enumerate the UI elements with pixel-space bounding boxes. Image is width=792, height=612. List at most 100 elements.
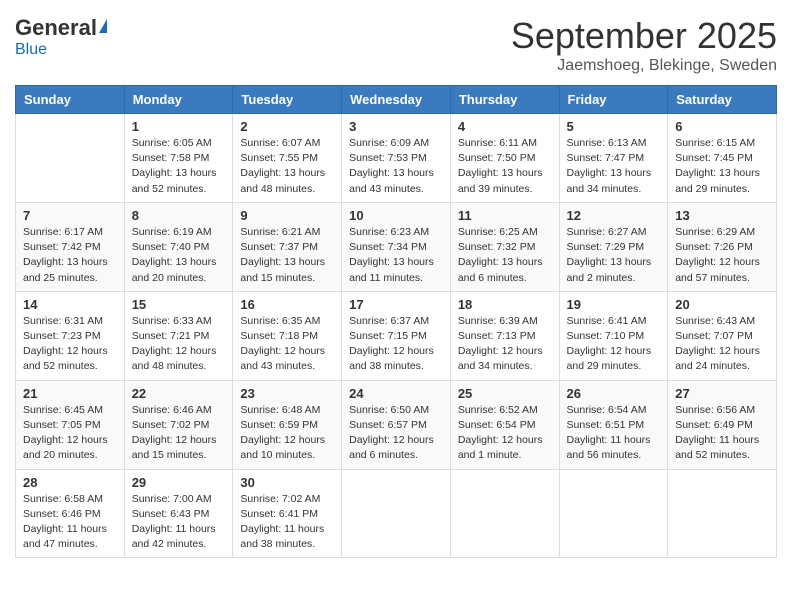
day-info: Sunrise: 6:35 AM Sunset: 7:18 PM Dayligh… <box>240 314 334 375</box>
day-number: 1 <box>132 119 226 134</box>
day-number: 12 <box>567 208 661 223</box>
day-info: Sunrise: 6:15 AM Sunset: 7:45 PM Dayligh… <box>675 136 769 197</box>
week-row-5: 28 Sunrise: 6:58 AM Sunset: 6:46 PM Dayli… <box>16 469 777 558</box>
weekday-header-tuesday: Tuesday <box>233 86 342 114</box>
weekday-header-saturday: Saturday <box>668 86 777 114</box>
day-number: 15 <box>132 297 226 312</box>
day-cell: 2 Sunrise: 6:07 AM Sunset: 7:55 PM Daylig… <box>233 114 342 203</box>
weekday-header-wednesday: Wednesday <box>342 86 451 114</box>
day-number: 29 <box>132 475 226 490</box>
day-cell: 6Sunrise: 6:15 AM Sunset: 7:45 PM Daylig… <box>668 114 777 203</box>
day-info: Sunrise: 6:29 AM Sunset: 7:26 PM Dayligh… <box>675 225 769 286</box>
day-number: 9 <box>240 208 334 223</box>
day-info: Sunrise: 6:45 AM Sunset: 7:05 PM Dayligh… <box>23 403 117 464</box>
location-text: Jaemshoeg, Blekinge, Sweden <box>511 57 777 75</box>
day-number: 26 <box>567 386 661 401</box>
day-cell: 4 Sunrise: 6:11 AM Sunset: 7:50 PM Daylig… <box>450 114 559 203</box>
day-info: Sunrise: 6:21 AM Sunset: 7:37 PM Dayligh… <box>240 225 334 286</box>
day-info: Sunrise: 6:23 AM Sunset: 7:34 PM Dayligh… <box>349 225 443 286</box>
day-number: 5 <box>567 119 661 134</box>
day-info: Sunrise: 6:48 AM Sunset: 6:59 PM Dayligh… <box>240 403 334 464</box>
day-info: Sunrise: 6:31 AM Sunset: 7:23 PM Dayligh… <box>23 314 117 375</box>
day-cell: 12 Sunrise: 6:27 AM Sunset: 7:29 PM Dayli… <box>559 202 668 291</box>
day-number: 27 <box>675 386 769 401</box>
week-row-4: 21 Sunrise: 6:45 AM Sunset: 7:05 PM Dayli… <box>16 380 777 469</box>
day-info: Sunrise: 6:07 AM Sunset: 7:55 PM Dayligh… <box>240 136 334 197</box>
day-info: Sunrise: 6:13 AM Sunset: 7:47 PM Dayligh… <box>567 136 661 197</box>
day-number: 3 <box>349 119 443 134</box>
day-cell: 8 Sunrise: 6:19 AM Sunset: 7:40 PM Daylig… <box>124 202 233 291</box>
day-number: 16 <box>240 297 334 312</box>
day-cell: 15 Sunrise: 6:33 AM Sunset: 7:21 PM Dayli… <box>124 291 233 380</box>
day-number: 2 <box>240 119 334 134</box>
weekday-header-monday: Monday <box>124 86 233 114</box>
day-info: Sunrise: 6:33 AM Sunset: 7:21 PM Dayligh… <box>132 314 226 375</box>
day-cell: 21 Sunrise: 6:45 AM Sunset: 7:05 PM Dayli… <box>16 380 125 469</box>
day-number: 30 <box>240 475 334 490</box>
day-number: 28 <box>23 475 117 490</box>
day-number: 8 <box>132 208 226 223</box>
day-info: Sunrise: 6:25 AM Sunset: 7:32 PM Dayligh… <box>458 225 552 286</box>
day-info: Sunrise: 6:27 AM Sunset: 7:29 PM Dayligh… <box>567 225 661 286</box>
day-info: Sunrise: 6:05 AM Sunset: 7:58 PM Dayligh… <box>132 136 226 197</box>
day-cell: 13 Sunrise: 6:29 AM Sunset: 7:26 PM Dayli… <box>668 202 777 291</box>
day-cell <box>450 469 559 558</box>
day-cell <box>668 469 777 558</box>
day-info: Sunrise: 7:00 AM Sunset: 6:43 PM Dayligh… <box>132 492 226 553</box>
day-cell <box>16 114 125 203</box>
day-cell: 26Sunrise: 6:54 AM Sunset: 6:51 PM Dayli… <box>559 380 668 469</box>
day-info: Sunrise: 7:02 AM Sunset: 6:41 PM Dayligh… <box>240 492 334 553</box>
day-number: 13 <box>675 208 769 223</box>
week-row-3: 14 Sunrise: 6:31 AM Sunset: 7:23 PM Dayli… <box>16 291 777 380</box>
page-header: General Blue September 2025 Jaemshoeg, B… <box>15 15 777 75</box>
day-info: Sunrise: 6:19 AM Sunset: 7:40 PM Dayligh… <box>132 225 226 286</box>
weekday-header-sunday: Sunday <box>16 86 125 114</box>
day-cell: 27Sunrise: 6:56 AM Sunset: 6:49 PM Dayli… <box>668 380 777 469</box>
logo-blue-text: Blue <box>15 41 47 59</box>
logo-triangle-icon <box>99 19 107 33</box>
day-number: 21 <box>23 386 117 401</box>
day-number: 14 <box>23 297 117 312</box>
day-info: Sunrise: 6:17 AM Sunset: 7:42 PM Dayligh… <box>23 225 117 286</box>
day-info: Sunrise: 6:58 AM Sunset: 6:46 PM Dayligh… <box>23 492 117 553</box>
title-area: September 2025 Jaemshoeg, Blekinge, Swed… <box>511 15 777 75</box>
day-number: 18 <box>458 297 552 312</box>
day-cell <box>342 469 451 558</box>
weekday-header-thursday: Thursday <box>450 86 559 114</box>
day-info: Sunrise: 6:41 AM Sunset: 7:10 PM Dayligh… <box>567 314 661 375</box>
day-cell <box>559 469 668 558</box>
logo-general-text: General <box>15 15 97 41</box>
day-cell: 18 Sunrise: 6:39 AM Sunset: 7:13 PM Dayli… <box>450 291 559 380</box>
day-cell: 5 Sunrise: 6:13 AM Sunset: 7:47 PM Daylig… <box>559 114 668 203</box>
day-info: Sunrise: 6:52 AM Sunset: 6:54 PM Dayligh… <box>458 403 552 464</box>
day-cell: 17Sunrise: 6:37 AM Sunset: 7:15 PM Dayli… <box>342 291 451 380</box>
day-info: Sunrise: 6:50 AM Sunset: 6:57 PM Dayligh… <box>349 403 443 464</box>
day-number: 10 <box>349 208 443 223</box>
day-number: 24 <box>349 386 443 401</box>
day-number: 17 <box>349 297 443 312</box>
day-cell: 29 Sunrise: 7:00 AM Sunset: 6:43 PM Dayli… <box>124 469 233 558</box>
weekday-header-row: SundayMondayTuesdayWednesdayThursdayFrid… <box>16 86 777 114</box>
day-cell: 9 Sunrise: 6:21 AM Sunset: 7:37 PM Daylig… <box>233 202 342 291</box>
day-info: Sunrise: 6:11 AM Sunset: 7:50 PM Dayligh… <box>458 136 552 197</box>
weekday-header-friday: Friday <box>559 86 668 114</box>
day-cell: 24 Sunrise: 6:50 AM Sunset: 6:57 PM Dayli… <box>342 380 451 469</box>
day-cell: 11Sunrise: 6:25 AM Sunset: 7:32 PM Dayli… <box>450 202 559 291</box>
day-cell: 3 Sunrise: 6:09 AM Sunset: 7:53 PM Daylig… <box>342 114 451 203</box>
logo: General Blue <box>15 15 107 59</box>
day-info: Sunrise: 6:09 AM Sunset: 7:53 PM Dayligh… <box>349 136 443 197</box>
day-cell: 20Sunrise: 6:43 AM Sunset: 7:07 PM Dayli… <box>668 291 777 380</box>
day-cell: 14 Sunrise: 6:31 AM Sunset: 7:23 PM Dayli… <box>16 291 125 380</box>
day-cell: 28 Sunrise: 6:58 AM Sunset: 6:46 PM Dayli… <box>16 469 125 558</box>
day-number: 19 <box>567 297 661 312</box>
day-info: Sunrise: 6:43 AM Sunset: 7:07 PM Dayligh… <box>675 314 769 375</box>
day-number: 4 <box>458 119 552 134</box>
day-cell: 22Sunrise: 6:46 AM Sunset: 7:02 PM Dayli… <box>124 380 233 469</box>
day-number: 7 <box>23 208 117 223</box>
day-cell: 10 Sunrise: 6:23 AM Sunset: 7:34 PM Dayli… <box>342 202 451 291</box>
day-info: Sunrise: 6:39 AM Sunset: 7:13 PM Dayligh… <box>458 314 552 375</box>
day-cell: 25Sunrise: 6:52 AM Sunset: 6:54 PM Dayli… <box>450 380 559 469</box>
day-cell: 23Sunrise: 6:48 AM Sunset: 6:59 PM Dayli… <box>233 380 342 469</box>
month-title: September 2025 <box>511 15 777 57</box>
day-cell: 19 Sunrise: 6:41 AM Sunset: 7:10 PM Dayli… <box>559 291 668 380</box>
